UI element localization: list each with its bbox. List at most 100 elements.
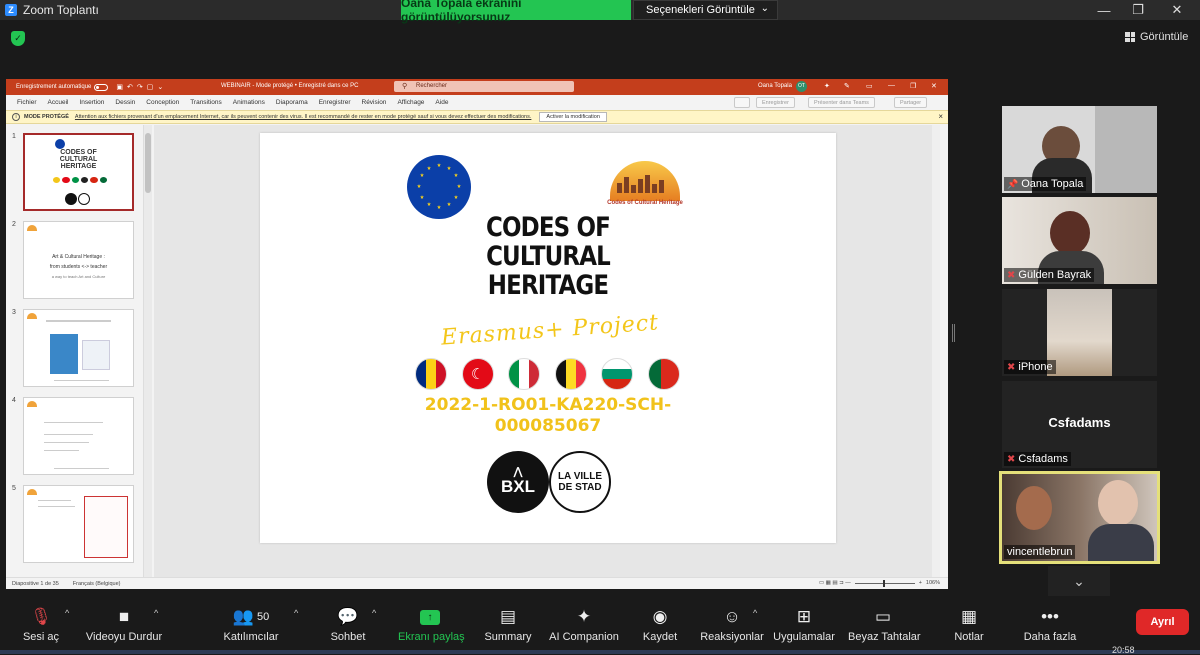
participant-tile-csfadams[interactable]: Csfadams ✖ Csfadams bbox=[1002, 381, 1157, 468]
more-button[interactable]: ••• Daha fazla bbox=[1022, 606, 1078, 643]
partner-flags: ☾ bbox=[415, 358, 680, 394]
menu-fichier[interactable]: Fichier bbox=[17, 99, 37, 106]
whiteboards-label: Beyaz Tahtalar bbox=[848, 631, 921, 643]
participant-tile-iphone[interactable]: ✖ iPhone bbox=[1002, 289, 1157, 376]
lightbulb-icon[interactable]: ✦ bbox=[824, 82, 830, 90]
menu-aide[interactable]: Aide bbox=[435, 99, 448, 106]
shield-icon[interactable]: ✓ bbox=[11, 31, 25, 46]
slide-thumbnail-2[interactable]: Art & Cultural Heritage : from students … bbox=[23, 221, 134, 299]
protected-message[interactable]: Attention aux fichiers provenant d'un em… bbox=[75, 114, 531, 120]
stop-video-button[interactable]: ■ Videoyu Durdur bbox=[84, 606, 164, 643]
reactions-options-caret[interactable]: ^ bbox=[753, 608, 757, 618]
thumbnail-scrollbar[interactable] bbox=[143, 125, 152, 577]
thumb-image bbox=[50, 334, 78, 374]
zoom-control[interactable]: ▭ ▦ ▤ ⊐ — + 106% bbox=[819, 579, 940, 587]
protected-view-bar: i MODE PROTÉGÉ Attention aux fichiers pr… bbox=[6, 110, 948, 124]
participants-button[interactable]: 👥 50 Katılımcılar bbox=[222, 606, 280, 643]
pen-icon[interactable]: ✎ bbox=[844, 82, 850, 90]
project-code: 2022-1-RO01-KA220-SCH- 000085067 bbox=[410, 395, 686, 437]
ppt-ribbon-display-icon[interactable]: ▭ bbox=[866, 82, 873, 90]
chat-options-caret[interactable]: ^ bbox=[372, 608, 376, 618]
menu-dessin[interactable]: Dessin bbox=[115, 99, 135, 106]
share-button[interactable]: Partager bbox=[894, 97, 928, 108]
ville-line-2: DE STAD bbox=[558, 482, 602, 493]
slide-thumbnail-5[interactable] bbox=[23, 485, 134, 563]
participant-tile-gulden[interactable]: ✖ Gülden Bayrak bbox=[1002, 197, 1157, 284]
video-options-caret[interactable]: ^ bbox=[154, 608, 158, 618]
menu-diaporama[interactable]: Diaporama bbox=[276, 99, 308, 106]
share-screen-button[interactable]: ↑ Ekranı paylaş bbox=[398, 606, 465, 643]
thumb-2-line2: from students <-> teacher bbox=[49, 264, 108, 270]
minimize-icon[interactable]: — bbox=[1087, 0, 1121, 20]
participants-options-caret[interactable]: ^ bbox=[294, 608, 298, 618]
participant-name: ✖ iPhone bbox=[1004, 360, 1056, 374]
participants-icon: 👥 50 bbox=[232, 607, 270, 626]
restore-icon[interactable]: ❐ bbox=[1121, 0, 1155, 20]
panel-resize-handle[interactable] bbox=[952, 324, 955, 342]
belgium-flag-icon bbox=[554, 358, 587, 390]
chevron-down-icon: ⌄ bbox=[760, 3, 769, 14]
record-icon: ◉ bbox=[652, 607, 668, 626]
scrollbar-thumb[interactable] bbox=[145, 133, 151, 193]
close-icon[interactable]: ✕ bbox=[1160, 0, 1194, 20]
summary-button[interactable]: ▤ Summary bbox=[484, 606, 532, 643]
menu-animations[interactable]: Animations bbox=[233, 99, 265, 106]
slide-thumbnail-1[interactable]: CODES OF CULTURAL HERITAGE bbox=[23, 133, 134, 211]
menu-accueil[interactable]: Accueil bbox=[48, 99, 69, 106]
flags-mini-icon bbox=[53, 177, 107, 183]
comments-icon[interactable] bbox=[734, 97, 750, 108]
unmute-button[interactable]: 🎙 Sesi aç bbox=[18, 606, 64, 643]
search-input[interactable]: ⚲ Rechercher bbox=[394, 81, 574, 92]
zoom-plus-icon[interactable]: + bbox=[919, 580, 922, 586]
autosave-toggle[interactable] bbox=[94, 83, 109, 91]
current-slide[interactable]: Codes of Cultural Heritage CODES OF CULT… bbox=[260, 133, 836, 543]
notes-button[interactable]: ▦ Notlar bbox=[950, 606, 988, 643]
menu-conception[interactable]: Conception bbox=[146, 99, 179, 106]
view-icons[interactable]: ▭ ▦ ▤ ⊐ — bbox=[819, 580, 851, 586]
view-options-button[interactable]: Seçenekleri Görüntüle ⌄ bbox=[633, 0, 778, 20]
share-screen-icon: ↑ bbox=[420, 609, 440, 625]
whiteboards-button[interactable]: ▭ Beyaz Tahtalar bbox=[848, 606, 921, 643]
ville-de-stad-logo: LA VILLE DE STAD bbox=[549, 451, 611, 513]
thumb-line bbox=[38, 506, 75, 507]
audio-options-caret[interactable]: ^ bbox=[65, 608, 69, 618]
zoom-slider[interactable] bbox=[854, 579, 915, 587]
language-status[interactable]: Français (Belgique) bbox=[73, 581, 121, 587]
bulgaria-flag-icon bbox=[601, 358, 634, 390]
autosave-label: Enregistrement automatique bbox=[16, 84, 92, 90]
menu-affichage[interactable]: Affichage bbox=[397, 99, 424, 106]
participants-label: Katılımcılar bbox=[223, 631, 279, 643]
close-warning-icon[interactable]: × bbox=[938, 112, 943, 121]
chat-bubble-icon: 💬 bbox=[337, 607, 359, 626]
avatar[interactable]: OT bbox=[796, 81, 807, 92]
eu-flag-icon bbox=[407, 155, 471, 219]
enable-editing-button[interactable]: Activer la modification bbox=[539, 112, 607, 122]
record-button[interactable]: ◉ Kaydet bbox=[640, 606, 680, 643]
view-button[interactable]: Görüntüle bbox=[1125, 31, 1188, 43]
menu-insertion[interactable]: Insertion bbox=[79, 99, 104, 106]
ppt-restore-icon[interactable]: ❐ bbox=[910, 82, 916, 90]
ppt-close-icon[interactable]: ✕ bbox=[931, 82, 937, 90]
menu-enregistrer[interactable]: Enregistrer bbox=[319, 99, 351, 106]
participant-tile-oana[interactable]: 📌 Oana Topala bbox=[1002, 106, 1157, 193]
chat-button[interactable]: 💬 Sohbet bbox=[328, 606, 368, 643]
ppt-minimize-icon[interactable]: — bbox=[888, 82, 895, 89]
window-title: Zoom Toplantı bbox=[23, 3, 99, 17]
present-teams-button[interactable]: Présenter dans Teams bbox=[808, 97, 875, 108]
slide-thumbnail-4[interactable] bbox=[23, 397, 134, 475]
ai-companion-button[interactable]: ✦ AI Companion bbox=[548, 606, 620, 643]
apps-button[interactable]: ⊞ Uygulamalar bbox=[772, 606, 836, 643]
screen-share-notice: Oana Topala ekranını görüntülüyorsunuz bbox=[401, 0, 631, 24]
leave-button[interactable]: Ayrıl bbox=[1136, 609, 1189, 635]
show-more-participants-button[interactable]: ⌄ bbox=[1048, 566, 1110, 596]
info-icon: i bbox=[12, 113, 20, 121]
participant-tile-vincent[interactable]: vincentlebrun bbox=[999, 471, 1160, 564]
menu-transitions[interactable]: Transitions bbox=[190, 99, 222, 106]
quick-access-icons[interactable]: ▣↶↷▢⌄ bbox=[116, 83, 167, 91]
slide-scrollbar[interactable] bbox=[932, 125, 940, 577]
pin-icon: 📌 bbox=[1007, 178, 1019, 189]
slide-thumbnail-3[interactable] bbox=[23, 309, 134, 387]
thumb-2-line1: Art & Cultural Heritage : bbox=[52, 254, 105, 260]
menu-revision[interactable]: Révision bbox=[362, 99, 387, 106]
save-button[interactable]: Enregistrer bbox=[756, 97, 795, 108]
